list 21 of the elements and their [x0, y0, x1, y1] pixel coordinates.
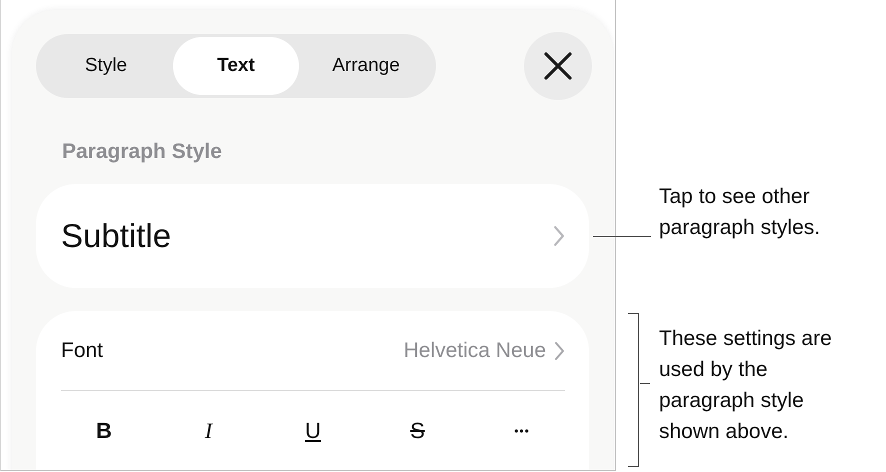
section-heading: Paragraph Style	[62, 140, 223, 164]
tab[interactable]: Arrange	[299, 37, 433, 95]
italic-button[interactable]: I	[174, 409, 244, 453]
paragraph-style-value: Subtitle	[61, 217, 172, 255]
callout-text: Tap to see other paragraph styles.	[659, 184, 822, 241]
more-button[interactable]: •••	[487, 409, 557, 453]
strikethrough-button[interactable]: S	[382, 409, 452, 453]
font-label: Font	[61, 338, 104, 362]
paragraph-style-row[interactable]: Subtitle	[36, 184, 589, 288]
callout-text: These settings are used by the paragraph style shown above.	[659, 326, 833, 445]
leader-line	[593, 236, 651, 237]
font-value: Helvetica Neue	[404, 338, 546, 362]
close-icon	[543, 51, 573, 81]
leader-line	[640, 383, 650, 384]
bold-button[interactable]: B	[69, 409, 139, 453]
underline-button[interactable]: U	[278, 409, 348, 453]
chevron-icon	[552, 225, 565, 247]
tab[interactable]: Style	[39, 37, 173, 95]
chevron-icon	[554, 340, 565, 360]
tab[interactable]: Text	[173, 37, 299, 95]
font-row[interactable]: Font Helvetica Neue	[61, 311, 565, 391]
